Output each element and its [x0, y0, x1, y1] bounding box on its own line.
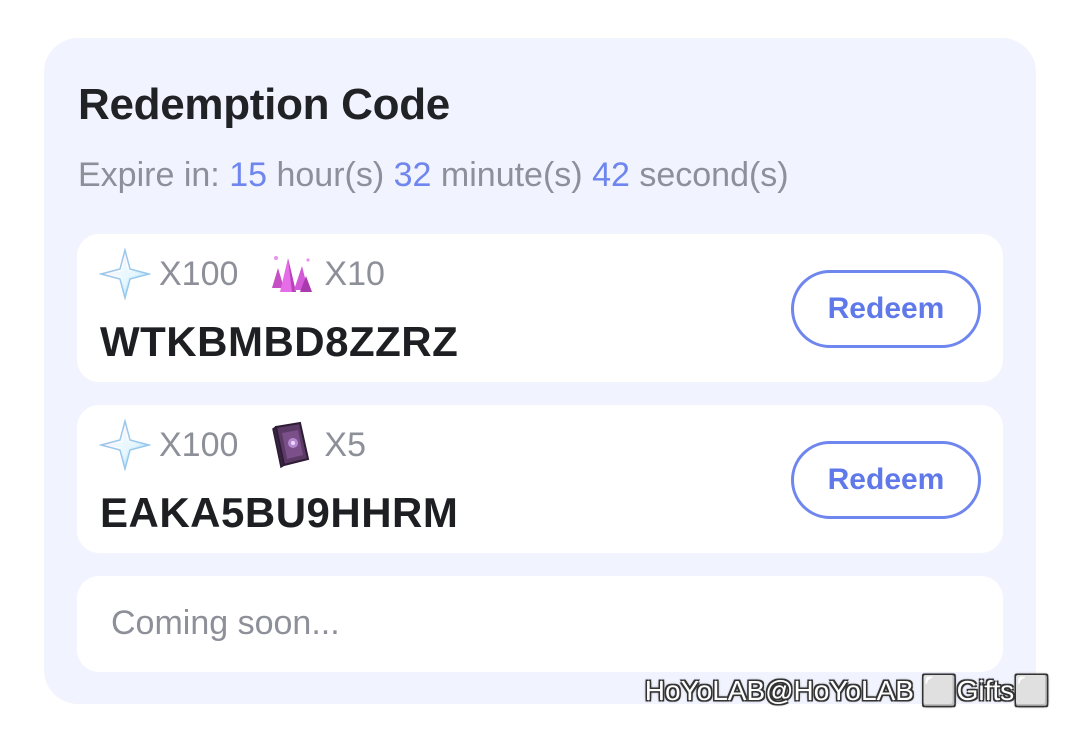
- reward-list: X100 X5: [99, 417, 392, 473]
- expire-minutes: 32: [393, 156, 432, 194]
- watermark: HoYoLAB@HoYoLAB ⬜Gifts⬜: [644, 675, 1049, 706]
- reward-item: X5: [264, 419, 366, 471]
- reward-qty: X100: [159, 254, 239, 293]
- code-row: X100 X10 WTKBMBD8ZZRZ Redeem: [77, 234, 1003, 382]
- expire-seconds-unit: second(s): [639, 156, 789, 194]
- expire-minutes-unit: minute(s): [440, 156, 583, 194]
- reward-item: X100: [99, 248, 238, 300]
- reward-item: X100: [99, 419, 238, 471]
- reward-qty: X10: [324, 254, 385, 293]
- expire-countdown: Expire in: 15 hour(s) 32 minute(s) 42 se…: [78, 156, 789, 195]
- expire-seconds: 42: [592, 156, 630, 194]
- stellar-jade-icon: [99, 248, 151, 300]
- expire-hours-unit: hour(s): [276, 156, 385, 194]
- redeem-button[interactable]: Redeem: [791, 270, 981, 348]
- coming-soon-row: Coming soon...: [77, 576, 1003, 672]
- reward-qty: X5: [324, 425, 366, 464]
- expire-hours: 15: [229, 156, 268, 194]
- page-title: Redemption Code: [78, 80, 450, 129]
- redemption-code: EAKA5BU9HHRM: [100, 489, 459, 536]
- reward-item: X10: [264, 248, 385, 300]
- coming-soon-label: Coming soon...: [111, 604, 340, 642]
- redemption-code: WTKBMBD8ZZRZ: [100, 318, 459, 365]
- reward-list: X100 X10: [99, 246, 411, 302]
- code-row: X100 X5 EAKA5BU9HHRM Redeem: [77, 405, 1003, 553]
- reward-qty: X100: [159, 425, 239, 464]
- expire-prefix: Expire in:: [78, 156, 220, 194]
- book-icon: [272, 421, 310, 469]
- crystal-icon: [272, 256, 313, 292]
- redeem-button[interactable]: Redeem: [791, 441, 981, 519]
- redemption-card: Redemption Code Expire in: 15 hour(s) 32…: [44, 38, 1036, 704]
- stellar-jade-icon: [99, 419, 151, 471]
